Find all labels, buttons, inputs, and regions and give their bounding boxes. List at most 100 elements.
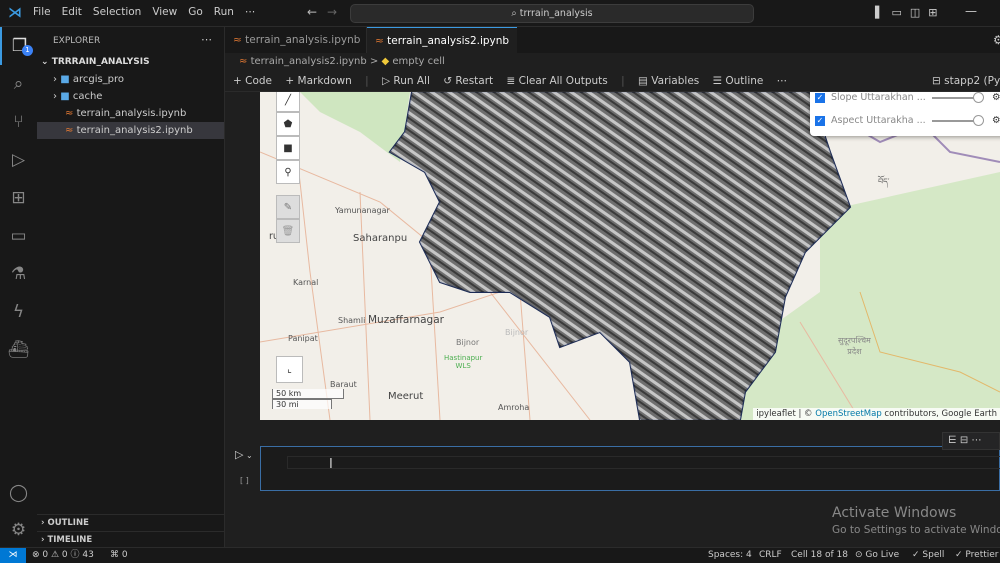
measure-icon[interactable]: ⌞ xyxy=(276,356,303,383)
notebook-icon: ≈ xyxy=(233,34,242,46)
tab-terrain-analysis[interactable]: ≈ terrain_analysis.ipynb xyxy=(225,27,367,53)
broadcast-icon: ⊙ xyxy=(855,550,863,560)
explorer-sidebar: EXPLORER ⋯ ⌄ TRRRAIN_ANALYSIS › ■ arcgis… xyxy=(37,27,225,547)
layer-checkbox[interactable]: ✓ xyxy=(815,92,825,103)
run-debug-icon[interactable]: ▷ xyxy=(0,141,37,179)
source-control-icon[interactable]: ⑂ xyxy=(0,103,37,141)
testing-icon[interactable]: ⚗ xyxy=(0,255,37,293)
search-icon: ⌕ xyxy=(511,8,520,19)
menu-file[interactable]: File xyxy=(33,6,51,18)
scale-bar: 50 km 30 mi xyxy=(272,389,344,409)
attribution-suffix: contributors, Google Earth xyxy=(881,409,997,419)
code-cell-input[interactable]: I xyxy=(260,446,1000,491)
docker-icon[interactable]: ⛴ xyxy=(0,331,37,369)
tree-item-folder[interactable]: › ■ arcgis_pro xyxy=(53,71,223,88)
variables-button[interactable]: ▤ Variables xyxy=(638,75,699,87)
add-code-button[interactable]: + Code xyxy=(233,75,272,87)
add-markdown-button[interactable]: + Markdown xyxy=(285,75,351,87)
tab-terrain-analysis2[interactable]: ≈ terrain_analysis2.ipynb ● xyxy=(367,27,517,73)
run-cell-button[interactable]: ▷ ⌄ xyxy=(235,448,253,461)
split-cell-icon[interactable]: ⊟ xyxy=(960,435,968,446)
opacity-slider[interactable] xyxy=(932,92,984,103)
add-code-label: Code xyxy=(245,75,273,87)
explorer-more-button[interactable]: ⋯ xyxy=(201,33,212,46)
menu-selection[interactable]: Selection xyxy=(93,6,141,18)
account-icon[interactable]: ◯ xyxy=(0,474,37,512)
menu-run[interactable]: Run xyxy=(214,6,234,18)
prettier-indicator[interactable]: ✓ Prettier xyxy=(955,548,999,563)
tree-item-file-selected[interactable]: ≈ terrain_analysis2.ipynb xyxy=(37,122,224,139)
remote-explorer-icon[interactable]: ▭ xyxy=(0,217,37,255)
slider-handle[interactable] xyxy=(973,114,984,126)
tree-item-file[interactable]: ≈ terrain_analysis.ipynb xyxy=(65,105,225,122)
delete-layers-icon[interactable]: 🗑 xyxy=(276,219,300,243)
settings-gear-icon[interactable]: ⚙ xyxy=(0,511,37,549)
title-bar: ⋊ File Edit Selection View Go Run ⋯ ← → ⌕ trrr… xyxy=(0,0,1000,27)
restart-button[interactable]: ↺ Restart xyxy=(443,75,493,87)
toolbar-more-button[interactable]: ⋯ xyxy=(777,75,788,87)
map-tiles xyxy=(260,92,1000,420)
explorer-icon[interactable]: ❐ 1 xyxy=(0,27,37,65)
spell-indicator[interactable]: ✓ Spell xyxy=(912,548,944,563)
back-arrow-icon[interactable]: ← xyxy=(307,5,317,19)
menu-bar: File Edit Selection View Go Run ⋯ xyxy=(33,6,266,18)
activate-windows-title: Activate Windows xyxy=(832,505,957,521)
kernel-picker[interactable]: ⊟ stapp2 (Pyt xyxy=(932,71,1000,92)
draw-polyline-icon[interactable]: ╱ xyxy=(276,92,300,112)
map-label: प्रदेश xyxy=(847,347,862,356)
clear-outputs-button[interactable]: ≣ Clear All Outputs xyxy=(507,75,608,87)
toggle-panel-icon[interactable]: ▭ xyxy=(891,6,909,19)
ports-indicator[interactable]: ⌘ 0 xyxy=(110,548,128,563)
osm-link[interactable]: OpenStreetMap xyxy=(815,409,881,419)
map-label: Bijnor xyxy=(456,338,480,347)
menu-more[interactable]: ⋯ xyxy=(245,6,256,18)
timeline-section[interactable]: › TIMELINE xyxy=(37,531,224,548)
forward-arrow-icon[interactable]: → xyxy=(327,5,337,19)
python-icon: ◆ xyxy=(381,56,390,67)
breadcrumb-file[interactable]: terrain_analysis2.ipynb xyxy=(251,56,367,67)
cell-more-icon[interactable]: ⋯ xyxy=(971,435,981,446)
run-all-button[interactable]: ▷ Run All xyxy=(382,75,430,87)
workspace-root[interactable]: ⌄ TRRRAIN_ANALYSIS xyxy=(41,54,150,71)
slider-handle[interactable] xyxy=(973,92,984,103)
breadcrumb-separator: > xyxy=(369,56,379,67)
opacity-slider[interactable] xyxy=(932,114,984,126)
menu-go[interactable]: Go xyxy=(188,6,203,18)
menu-edit[interactable]: Edit xyxy=(62,6,82,18)
customize-layout-icon[interactable]: ⊞ xyxy=(928,6,945,19)
layer-settings-icon[interactable]: ⚙ xyxy=(992,115,1000,126)
settings-icon[interactable]: ⚙ xyxy=(993,33,1000,47)
outline-button[interactable]: ☰ Outline xyxy=(713,75,764,87)
indentation-indicator[interactable]: Spaces: 4 xyxy=(708,548,752,563)
remote-indicator-icon[interactable]: ⋊ xyxy=(0,548,26,563)
ipyleaflet-map[interactable]: Yamunanagar ru tra Saharanpu Karnal Sham… xyxy=(260,92,1000,420)
extensions-icon[interactable]: ⊞ xyxy=(0,179,37,217)
toggle-sidebar-icon[interactable]: ▌ xyxy=(875,6,891,19)
layer-checkbox[interactable]: ✓ xyxy=(815,115,825,126)
map-label: Panipat xyxy=(288,334,318,343)
run-by-line-icon[interactable]: ⋿ xyxy=(948,435,957,446)
breadcrumb-cell[interactable]: empty cell xyxy=(392,56,444,67)
command-center-search[interactable]: ⌕ trrrain_analysis xyxy=(350,4,754,23)
draw-marker-icon[interactable]: ⚲ xyxy=(276,160,300,184)
search-icon[interactable]: ⌕ xyxy=(0,65,37,103)
edit-layers-icon[interactable]: ✎ xyxy=(276,195,300,219)
minimize-icon[interactable]: — xyxy=(965,4,977,18)
layer-settings-icon[interactable]: ⚙ xyxy=(992,92,1000,103)
eol-indicator[interactable]: CRLF xyxy=(759,548,782,563)
problems-indicator[interactable]: ⊗ 0 ⚠ 0 ⓘ 43 xyxy=(32,548,94,563)
tree-item-folder[interactable]: › ■ cache xyxy=(53,88,223,105)
scale-mi: 30 mi xyxy=(272,399,332,409)
toggle-secondary-sidebar-icon[interactable]: ◫ xyxy=(910,6,928,19)
cell-toolbar: ⋿ ⊟ ⋯ xyxy=(942,432,1000,450)
thunder-client-icon[interactable]: ϟ xyxy=(0,293,37,331)
outline-section[interactable]: › OUTLINE xyxy=(37,514,224,531)
cell-editor[interactable] xyxy=(287,456,1000,469)
draw-polygon-icon[interactable]: ⬟ xyxy=(276,112,300,136)
tab-label: terrain_analysis.ipynb xyxy=(245,34,361,46)
cell-indicator[interactable]: Cell 18 of 18 xyxy=(791,548,848,563)
draw-rectangle-icon[interactable]: ■ xyxy=(276,136,300,160)
menu-view[interactable]: View xyxy=(152,6,177,18)
map-label: Bijnor xyxy=(505,328,529,337)
go-live-button[interactable]: ⊙ Go Live xyxy=(855,548,899,563)
